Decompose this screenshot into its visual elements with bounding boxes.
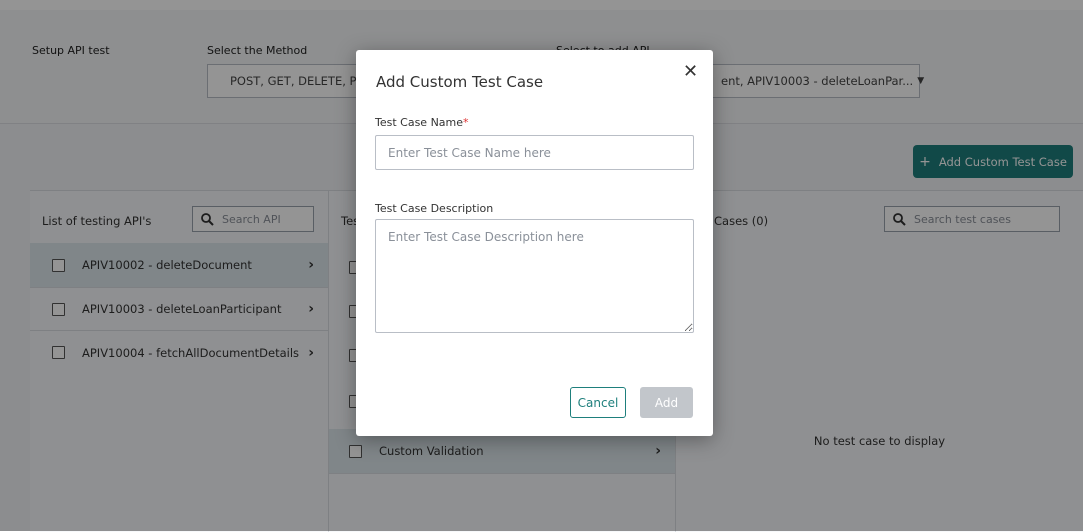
close-icon[interactable]: ✕: [683, 63, 698, 81]
test-case-name-input[interactable]: [375, 135, 694, 170]
required-mark: *: [463, 116, 469, 129]
test-case-name-label: Test Case Name*: [375, 116, 469, 129]
add-button[interactable]: Add: [640, 387, 693, 418]
cancel-button[interactable]: Cancel: [570, 387, 626, 418]
add-custom-test-case-modal: Add Custom Test Case ✕ Test Case Name* T…: [356, 50, 713, 436]
test-case-name-label-text: Test Case Name: [375, 116, 464, 129]
test-case-description-label: Test Case Description: [375, 202, 494, 215]
modal-title: Add Custom Test Case: [376, 73, 544, 91]
test-case-description-input[interactable]: [375, 219, 694, 333]
